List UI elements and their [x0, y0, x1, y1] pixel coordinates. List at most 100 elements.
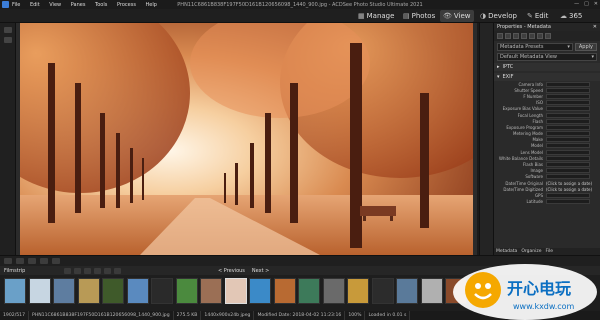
- maximize-icon[interactable]: □: [584, 1, 589, 7]
- exif-field-label: Flash: [532, 118, 543, 124]
- mode-365[interactable]: ☁ 365: [560, 10, 582, 22]
- exif-field-value[interactable]: [546, 155, 590, 161]
- metadata-view-select[interactable]: Metadata Presets ▾: [497, 43, 573, 51]
- filmstrip-thumbnail[interactable]: [175, 278, 198, 304]
- iptc-section[interactable]: ▸ IPTC: [494, 63, 600, 71]
- exif-field-value[interactable]: [546, 81, 590, 87]
- status-zoom: 100%: [345, 311, 366, 320]
- exif-field-value[interactable]: [546, 100, 590, 106]
- exif-field-label: Lens Model: [520, 149, 543, 155]
- exif-field-value[interactable]: (Click to assign a date): [546, 181, 592, 186]
- rating-icon[interactable]: [529, 33, 535, 39]
- properties-panel: Properties - Metadata ✕ Metadata Presets ▾…: [493, 23, 600, 255]
- panel-title: Properties - Metadata: [497, 24, 551, 30]
- star-icon[interactable]: [513, 33, 519, 39]
- apply-button[interactable]: Apply: [574, 43, 597, 51]
- exif-field-row: Date/Time Digitized (Click to assign a da…: [494, 186, 600, 192]
- filmstrip-thumbnail[interactable]: [396, 278, 418, 304]
- exif-field-value[interactable]: [546, 199, 590, 205]
- exif-field-value[interactable]: [546, 149, 590, 155]
- mode-photos[interactable]: ▤ Photos: [403, 10, 435, 22]
- edit-icon: ✎: [527, 12, 533, 20]
- mode-view[interactable]: 👁 View: [440, 10, 474, 22]
- exif-field-value[interactable]: [546, 124, 590, 130]
- filmstrip-label: Filmstrip: [4, 267, 26, 274]
- menu-process[interactable]: Process: [117, 2, 136, 8]
- exif-field-label: GPS: [534, 192, 543, 198]
- exif-field-value[interactable]: [546, 131, 590, 137]
- exif-field-value[interactable]: [546, 174, 590, 180]
- mode-edit[interactable]: ✎ Edit: [527, 10, 548, 22]
- filmstrip-thumbnail[interactable]: [102, 278, 124, 304]
- exif-field-row: Flash Bias: [494, 161, 600, 168]
- metadata-preset-select[interactable]: Default Metadata View ▾: [497, 53, 597, 61]
- filmstrip-thumbnail[interactable]: [77, 278, 100, 304]
- exif-field-value[interactable]: [546, 87, 590, 93]
- fit-icon[interactable]: [40, 258, 48, 264]
- exif-field-value[interactable]: [546, 93, 590, 99]
- mode-manage[interactable]: ▦ Manage: [358, 10, 394, 22]
- menu-help[interactable]: Help: [146, 2, 157, 8]
- exif-field-value[interactable]: [546, 137, 590, 143]
- play-icon[interactable]: [84, 267, 91, 274]
- tab-organize[interactable]: Organize: [521, 249, 541, 254]
- last-icon[interactable]: [104, 267, 111, 274]
- close-icon[interactable]: ✕: [593, 24, 597, 30]
- filmstrip-thumbnail[interactable]: [151, 278, 173, 304]
- next-button[interactable]: Next >: [252, 268, 269, 274]
- color-icon[interactable]: [545, 33, 551, 39]
- exif-field-label: F Number: [523, 93, 543, 99]
- mode-develop[interactable]: ◑ Develop: [480, 10, 517, 22]
- tool-button[interactable]: [3, 27, 12, 33]
- minimize-icon[interactable]: —: [574, 1, 579, 7]
- menu-file[interactable]: File: [12, 2, 20, 8]
- menu-view[interactable]: View: [49, 2, 61, 8]
- filmstrip-thumbnail[interactable]: [273, 278, 296, 304]
- flag-icon[interactable]: [537, 33, 543, 39]
- tab-file[interactable]: File: [545, 249, 553, 254]
- next-icon[interactable]: [94, 267, 101, 274]
- previous-button[interactable]: < Previous: [218, 268, 245, 274]
- fullscreen-icon[interactable]: [52, 258, 60, 264]
- exif-field-value[interactable]: [546, 143, 590, 149]
- rotate-right-icon[interactable]: [28, 258, 36, 264]
- settings-icon[interactable]: [114, 267, 121, 274]
- filmstrip-thumbnail[interactable]: [224, 278, 247, 304]
- exif-field-value[interactable]: [546, 192, 590, 198]
- develop-icon: ◑: [480, 12, 487, 20]
- filmstrip-thumbnail[interactable]: [53, 278, 75, 304]
- exif-field-value[interactable]: [546, 118, 590, 124]
- tag-icon[interactable]: [505, 33, 511, 39]
- close-icon[interactable]: ✕: [594, 1, 598, 7]
- exif-field-value[interactable]: (Click to assign a date): [546, 187, 592, 192]
- tab-metadata[interactable]: Metadata: [496, 249, 517, 254]
- menu-edit[interactable]: Edit: [30, 2, 40, 8]
- filmstrip-thumbnail[interactable]: [420, 278, 443, 304]
- menu-panes[interactable]: Panes: [71, 2, 86, 8]
- filmstrip-thumbnail[interactable]: [322, 278, 345, 304]
- exif-field-row: Flash: [494, 118, 600, 124]
- exif-field-value[interactable]: [546, 168, 590, 174]
- tool-button[interactable]: [3, 37, 12, 43]
- exif-field-label: Date/Time Digitized: [503, 186, 543, 192]
- checkbox-icon[interactable]: [497, 33, 503, 39]
- filmstrip-thumbnail[interactable]: [249, 278, 271, 304]
- filmstrip-thumbnail[interactable]: [200, 278, 222, 304]
- exif-section[interactable]: ▾ EXIF: [494, 73, 600, 81]
- prev-icon[interactable]: [74, 267, 81, 274]
- filmstrip-thumbnail[interactable]: [126, 278, 149, 304]
- filmstrip-thumbnail[interactable]: [298, 278, 320, 304]
- main-image[interactable]: [20, 23, 473, 255]
- filmstrip-thumbnail[interactable]: [4, 278, 26, 304]
- exif-field-value[interactable]: [546, 162, 590, 168]
- rotate-left-icon[interactable]: [16, 258, 24, 264]
- menu-tools[interactable]: Tools: [95, 2, 107, 8]
- color-label-icon[interactable]: [521, 33, 527, 39]
- filmstrip-thumbnail[interactable]: [371, 278, 394, 304]
- filmstrip-thumbnail[interactable]: [347, 278, 369, 304]
- zoom-icon[interactable]: [4, 258, 12, 264]
- exif-field-value[interactable]: [546, 106, 590, 112]
- exif-field-value[interactable]: [546, 112, 590, 118]
- first-icon[interactable]: [64, 267, 71, 274]
- filmstrip-thumbnail[interactable]: [28, 278, 51, 304]
